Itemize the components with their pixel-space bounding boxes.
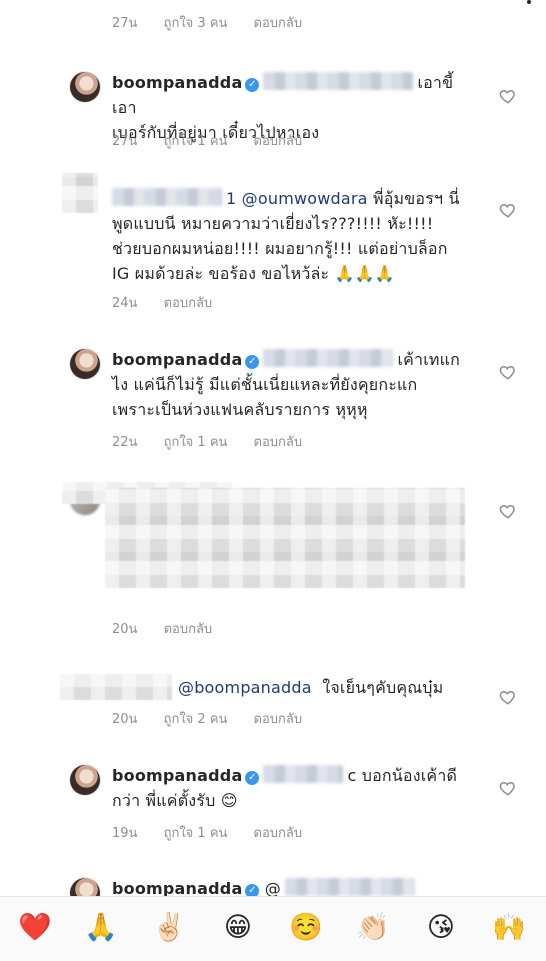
raising-hands-emoji-icon[interactable]: 🙌	[492, 911, 526, 945]
reply-button[interactable]: ตอบกลับ	[164, 622, 213, 637]
emoji-quick-bar: ❤️ 🙏 ✌🏻 😁 ☺️ 👏🏻 😘 🙌	[0, 896, 546, 961]
comment-username[interactable]: boompanadda	[112, 73, 242, 92]
comment-time: 27น	[112, 134, 138, 149]
comment-meta: 24น ตอบกลับ	[112, 292, 234, 313]
comment-text: @boompanadda ใจเย็นๆคับคุณบุ๋ม	[178, 675, 478, 700]
folded-hands-emoji-icon[interactable]: 🙏	[84, 911, 118, 945]
redacted-mention	[263, 765, 344, 783]
mention-link[interactable]: 1 @oumwowdara	[226, 189, 368, 208]
comment-likes[interactable]: ถูกใจ 1 คน	[164, 826, 228, 841]
comment-username[interactable]: boompanadda	[112, 350, 242, 369]
redacted-username	[60, 674, 172, 700]
comment-likes[interactable]: ถูกใจ 1 คน	[164, 435, 228, 450]
comment-line: ช่วยบอกผมหน่อย!!!! ผมอยากรู้!!! แต่อย่าบ…	[112, 239, 448, 258]
redacted-comment-text	[105, 488, 465, 588]
heart-outline-icon[interactable]	[499, 201, 517, 219]
reply-button[interactable]: ตอบกลับ	[254, 712, 303, 727]
comment-text: boompanadda ✓ c บอกน้องเค้าดี กว่า พี่แค่ต…	[112, 763, 482, 813]
victory-hand-emoji-icon[interactable]: ✌🏻	[152, 911, 186, 945]
comment-line: IG ผมด้วยล่ะ ขอร้อง ขอไหว้ล่ะ 🙏🙏🙏	[112, 264, 395, 283]
comment-line: ไง แค่นีก็ไม่รู้ มีแต่ชั้นเนี่ยแหละที่ยั…	[112, 375, 418, 394]
comment-line: เค้าเทแก	[397, 350, 461, 369]
redacted-avatar	[62, 173, 98, 213]
avatar[interactable]	[70, 349, 100, 379]
grinning-face-emoji-icon[interactable]: 😁	[221, 911, 255, 945]
reply-button[interactable]: ตอบกลับ	[254, 826, 303, 841]
smiling-face-emoji-icon[interactable]: ☺️	[289, 911, 323, 945]
comment-text: boompanadda ✓ เค้าเทแก ไง แค่นีก็ไม่รู้ มี…	[112, 347, 482, 422]
reply-button[interactable]: ตอบกลับ	[254, 16, 303, 31]
comment-time: 27น	[112, 16, 138, 31]
comment-meta: 20น ถูกใจ 2 คน ตอบกลับ	[112, 708, 324, 729]
comment-time: 20น	[112, 622, 138, 637]
comment-time: 24น	[112, 296, 138, 311]
avatar[interactable]	[70, 765, 100, 795]
more-options-dots[interactable]	[527, 0, 531, 4]
comment-line: กว่า พี่แค่ตั้งรับ 😊	[112, 791, 238, 810]
reply-button[interactable]: ตอบกลับ	[164, 296, 213, 311]
reply-button[interactable]: ตอบกลับ	[254, 435, 303, 450]
kissing-face-emoji-icon[interactable]: 😘	[424, 911, 458, 945]
heart-outline-icon[interactable]	[499, 502, 517, 520]
heart-outline-icon[interactable]	[499, 87, 517, 105]
comment-meta: 20น ตอบกลับ	[112, 618, 234, 639]
comment-meta: 27น ถูกใจ 3 คน ตอบกลับ	[112, 12, 324, 33]
redacted-username	[112, 188, 222, 206]
comment-line: c บอกน้องเค้าดี	[347, 766, 458, 785]
comment-meta: 27น ถูกใจ 1 คน ตอบกลับ	[112, 130, 324, 151]
comment-line: ใจเย็นๆคับคุณบุ๋ม	[322, 678, 444, 697]
verified-badge-icon: ✓	[245, 771, 260, 785]
comment-time: 19น	[112, 826, 138, 841]
heart-outline-icon[interactable]	[499, 363, 517, 381]
red-heart-emoji-icon[interactable]: ❤️	[18, 911, 52, 945]
redacted-mention	[263, 72, 414, 90]
verified-badge-icon: ✓	[245, 78, 260, 92]
comment-line: พี่อุ้มขอรฯ นี่	[372, 189, 460, 208]
reply-button[interactable]: ตอบกลับ	[254, 134, 303, 149]
comment-line: เพราะเป็นห่วงแฟนคลับรายการ หุหุหุ	[112, 400, 368, 419]
clapping-hands-emoji-icon[interactable]: 👏🏻	[356, 911, 390, 945]
comment-likes[interactable]: ถูกใจ 2 คน	[164, 712, 228, 727]
comment-time: 20น	[112, 712, 138, 727]
comment-time: 22น	[112, 435, 138, 450]
avatar[interactable]	[70, 72, 100, 102]
mention-link[interactable]: @boompanadda	[178, 678, 312, 697]
comment-likes[interactable]: ถูกใจ 3 คน	[164, 16, 228, 31]
comment-meta: 22น ถูกใจ 1 คน ตอบกลับ	[112, 431, 324, 452]
heart-outline-icon[interactable]	[499, 779, 517, 797]
verified-badge-icon: ✓	[245, 355, 260, 369]
redacted-mention	[284, 878, 415, 896]
redacted-mention	[263, 349, 394, 367]
comment-text: 1 @oumwowdara พี่อุ้มขอรฯ นี่ พูดแบบนี ห…	[112, 186, 482, 286]
comment-meta: 19น ถูกใจ 1 คน ตอบกลับ	[112, 822, 324, 843]
comment-likes[interactable]: ถูกใจ 1 คน	[164, 134, 228, 149]
heart-outline-icon[interactable]	[499, 688, 517, 706]
comment-username[interactable]: boompanadda	[112, 766, 242, 785]
comment-line: พูดแบบนี หมายความว่าเยี่ยงไร???!!!! หัะ!…	[112, 214, 434, 233]
